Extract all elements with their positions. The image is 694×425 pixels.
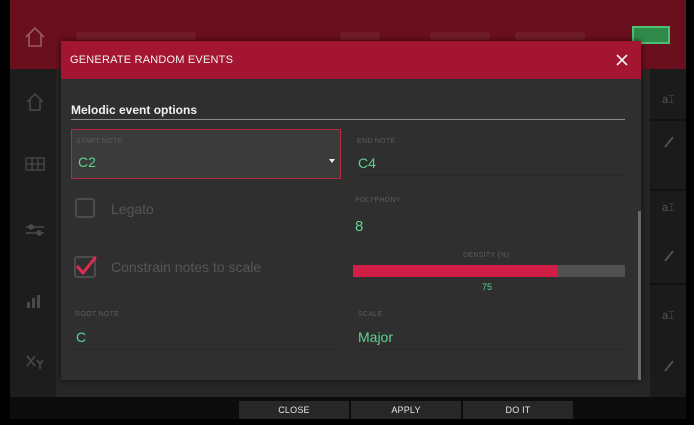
field-underline — [355, 175, 625, 176]
action-bar: CLOSE APPLY DO IT — [10, 397, 686, 419]
end-note-label: END NOTE — [357, 138, 396, 145]
generate-random-events-dialog: GENERATE RANDOM EVENTS Melodic event opt… — [61, 41, 641, 380]
xy-icon[interactable] — [24, 351, 46, 373]
sliders-icon[interactable] — [24, 219, 46, 241]
home-icon[interactable] — [24, 91, 46, 113]
bars-icon[interactable] — [24, 289, 46, 311]
start-note-label: START NOTE — [76, 138, 123, 145]
polyphony-field[interactable]: 8 — [355, 218, 363, 235]
right-tool-column: a⌶ a⌶ a⌶ — [650, 69, 686, 404]
header-ghost-text — [430, 32, 490, 40]
header-ghost-text — [340, 32, 380, 40]
constrain-notes-label: Constrain notes to scale — [111, 259, 262, 275]
text-cursor-icon[interactable]: a⌶ — [662, 309, 676, 323]
close-icon[interactable] — [613, 51, 631, 69]
chevron-down-icon — [329, 159, 335, 163]
divider — [650, 189, 686, 191]
pencil-icon[interactable] — [662, 359, 676, 373]
left-frame — [0, 0, 10, 425]
pencil-icon[interactable] — [662, 249, 676, 263]
bottom-frame — [0, 419, 694, 425]
constrain-notes-checkbox[interactable] — [74, 256, 97, 278]
legato-label: Legato — [111, 201, 154, 217]
legato-checkbox[interactable] — [75, 198, 95, 218]
divider — [650, 283, 686, 285]
root-note-label: ROOT NOTE — [75, 311, 120, 318]
dialog-scrollbar[interactable] — [638, 211, 641, 380]
do-it-button[interactable]: DO IT — [463, 401, 573, 419]
field-underline — [355, 349, 625, 350]
divider — [650, 119, 686, 121]
close-button[interactable]: CLOSE — [239, 401, 349, 419]
text-cursor-icon[interactable]: a⌶ — [662, 93, 676, 107]
density-slider[interactable] — [353, 265, 625, 277]
text-cursor-icon[interactable]: a⌶ — [662, 201, 676, 215]
grid-icon[interactable] — [24, 153, 46, 175]
density-label: DENSITY (%) — [463, 252, 510, 259]
scale-field[interactable]: Major — [358, 329, 393, 345]
header-ghost-text — [515, 32, 585, 40]
density-value: 75 — [482, 282, 493, 292]
start-note-value: C2 — [78, 154, 96, 170]
root-note-field[interactable]: C — [76, 329, 86, 345]
end-note-field[interactable]: C4 — [358, 155, 376, 171]
density-slider-fill — [353, 265, 557, 277]
start-note-select[interactable]: START NOTE C2 — [71, 129, 341, 179]
field-underline — [71, 349, 341, 350]
section-divider — [71, 119, 625, 120]
right-frame — [686, 0, 694, 425]
dialog-header: GENERATE RANDOM EVENTS — [61, 41, 641, 79]
dialog-title: GENERATE RANDOM EVENTS — [70, 54, 234, 66]
left-tool-column — [10, 69, 56, 404]
home-icon[interactable] — [22, 24, 48, 50]
section-title: Melodic event options — [71, 103, 198, 117]
checkmark-icon — [76, 256, 97, 275]
apply-button[interactable]: APPLY — [351, 401, 461, 419]
header-ghost-text — [76, 32, 196, 40]
scale-label: SCALE — [358, 311, 383, 318]
pencil-icon[interactable] — [662, 135, 676, 149]
polyphony-label: POLYPHONY — [355, 197, 401, 204]
